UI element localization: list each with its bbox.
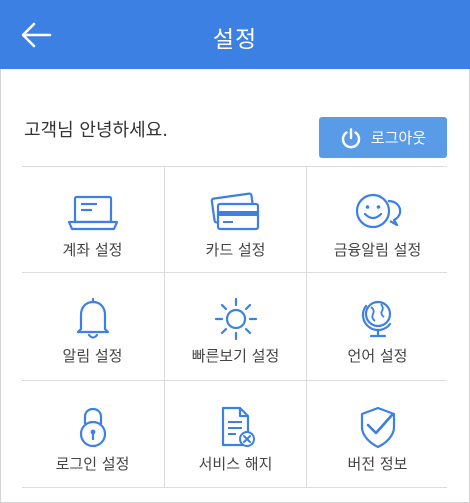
- menu-item-notification-settings[interactable]: 알림 설정: [22, 273, 163, 380]
- bell-icon: [76, 297, 109, 339]
- menu-item-service-cancellation[interactable]: 서비스 해지: [165, 381, 306, 488]
- chat-smile-icon: [355, 193, 401, 229]
- credit-card-icon: [210, 192, 259, 231]
- menu-item-language-settings[interactable]: 언어 설정: [307, 273, 448, 380]
- menu-item-label: 버전 정보: [347, 455, 408, 473]
- document-cancel-icon: [221, 406, 255, 447]
- menu-item-card-settings[interactable]: 카드 설정: [165, 167, 306, 274]
- menu-item-label: 언어 설정: [347, 347, 408, 365]
- menu-item-account-settings[interactable]: 계좌 설정: [22, 167, 163, 274]
- menu-item-finance-alert-settings[interactable]: 금융알림 설정: [307, 167, 448, 274]
- menu-item-label: 알림 설정: [62, 347, 123, 365]
- logout-button[interactable]: 로그아웃: [319, 117, 447, 158]
- menu-item-label: 빠른보기 설정: [191, 347, 280, 365]
- menu-item-quick-view-settings[interactable]: 빠른보기 설정: [165, 273, 306, 380]
- sun-icon: [214, 297, 257, 341]
- menu-item-label: 금융알림 설정: [333, 241, 422, 259]
- logout-label: 로그아웃: [370, 129, 427, 147]
- page-title: 설정: [212, 27, 258, 53]
- menu-item-label: 로그인 설정: [55, 455, 130, 473]
- shield-check-icon: [360, 406, 395, 449]
- menu-item-version-info[interactable]: 버전 정보: [307, 381, 448, 488]
- menu-item-label: 서비스 해지: [198, 455, 273, 473]
- laptop-icon: [67, 195, 118, 231]
- menu-item-label: 카드 설정: [205, 241, 266, 259]
- menu-item-login-settings[interactable]: 로그인 설정: [22, 381, 163, 488]
- lock-icon: [79, 407, 106, 448]
- globe-icon: [361, 300, 391, 338]
- greeting-text: 고객님 안녕하세요.: [24, 120, 168, 141]
- app-header: 설정: [0, 0, 470, 69]
- menu-item-label: 계좌 설정: [62, 241, 123, 259]
- power-icon: [341, 127, 361, 148]
